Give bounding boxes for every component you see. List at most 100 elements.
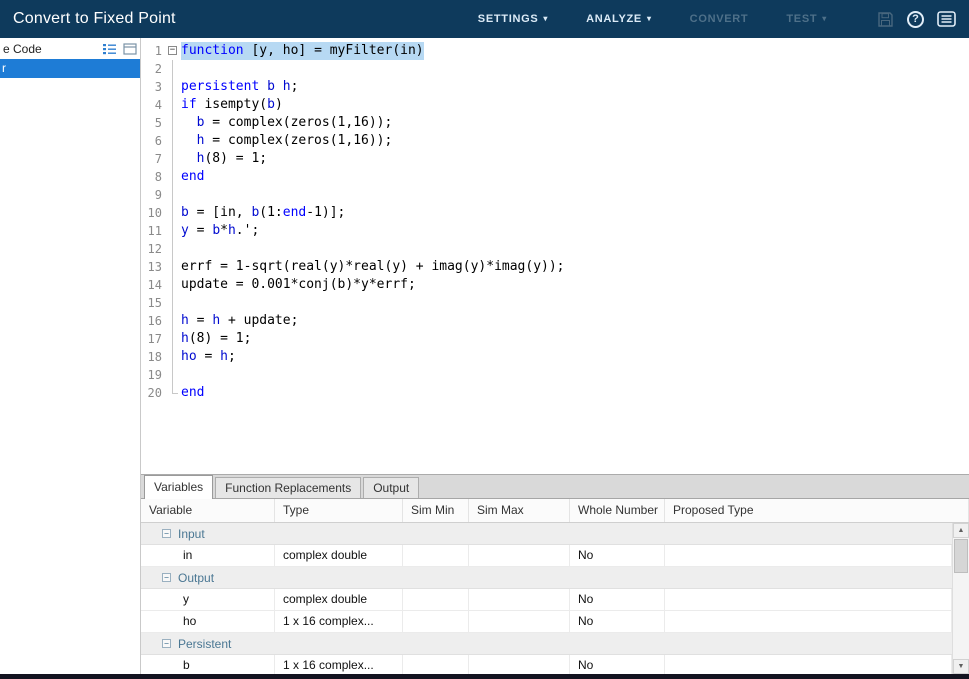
- source-code-tree-item[interactable]: r: [0, 59, 140, 78]
- collapse-group-icon[interactable]: −: [162, 529, 171, 538]
- collapse-group-icon[interactable]: −: [162, 573, 171, 582]
- column-header-sim-min[interactable]: Sim Min: [403, 499, 469, 522]
- variable-row[interactable]: ycomplex doubleNo: [141, 589, 952, 611]
- group-row-persistent[interactable]: −Persistent: [141, 633, 952, 655]
- scroll-up-icon[interactable]: ▲: [953, 523, 969, 538]
- line-number: 1: [141, 42, 165, 60]
- cell-proposed-type[interactable]: [665, 611, 952, 632]
- collapse-group-icon[interactable]: −: [162, 639, 171, 648]
- cell-variable: y: [141, 589, 275, 610]
- tab-function-replacements[interactable]: Function Replacements: [215, 477, 361, 498]
- menu-convert[interactable]: CONVERT: [690, 13, 749, 25]
- cell-proposed-type[interactable]: [665, 589, 952, 610]
- group-row-input[interactable]: −Input: [141, 523, 952, 545]
- variable-row[interactable]: b1 x 16 complex...No: [141, 655, 952, 674]
- code-line[interactable]: 8end: [141, 168, 969, 186]
- code-line[interactable]: 9: [141, 186, 969, 204]
- code-text: persistent b h;: [181, 78, 298, 96]
- fold-guide: [165, 114, 181, 132]
- code-line[interactable]: 13errf = 1-sqrt(real(y)*real(y) + imag(y…: [141, 258, 969, 276]
- fold-guide: [165, 186, 181, 204]
- code-line[interactable]: 18ho = h;: [141, 348, 969, 366]
- fold-guide: [165, 132, 181, 150]
- cell-whole-number: No: [570, 655, 665, 674]
- cell-whole-number: No: [570, 545, 665, 566]
- menu-analyze[interactable]: ANALYZE▾: [586, 13, 652, 25]
- fold-guide: [165, 78, 181, 96]
- save-icon[interactable]: [877, 11, 894, 28]
- fold-guide: [165, 312, 181, 330]
- code-line[interactable]: 15: [141, 294, 969, 312]
- code-line[interactable]: 7 h(8) = 1;: [141, 150, 969, 168]
- column-header-whole-number[interactable]: Whole Number: [570, 499, 665, 522]
- cell-variable: in: [141, 545, 275, 566]
- code-line[interactable]: 5 b = complex(zeros(1,16));: [141, 114, 969, 132]
- code-line[interactable]: 10 b = [in, b(1:end-1)];: [141, 204, 969, 222]
- header-icons: ?: [877, 11, 956, 28]
- line-number: 14: [141, 276, 165, 294]
- column-header-proposed-type[interactable]: Proposed Type: [665, 499, 969, 522]
- cell-sim-max: [469, 589, 570, 610]
- vertical-scrollbar[interactable]: ▲ ▼: [952, 523, 969, 674]
- code-line[interactable]: 6 h = complex(zeros(1,16));: [141, 132, 969, 150]
- code-line[interactable]: 3persistent b h;: [141, 78, 969, 96]
- chevron-down-icon: ▾: [543, 14, 548, 23]
- line-number: 20: [141, 384, 165, 402]
- toolstrip-header: Convert to Fixed Point SETTINGS▾ANALYZE▾…: [0, 0, 969, 38]
- cell-sim-max: [469, 655, 570, 674]
- code-line[interactable]: 12: [141, 240, 969, 258]
- column-header-variable[interactable]: Variable: [141, 499, 275, 522]
- code-line[interactable]: 1−function [y, ho] = myFilter(in): [141, 42, 969, 60]
- cell-sim-max: [469, 545, 570, 566]
- help-icon[interactable]: ?: [907, 11, 924, 28]
- code-text: h = complex(zeros(1,16));: [181, 132, 392, 150]
- code-editor[interactable]: 1−function [y, ho] = myFilter(in)23persi…: [141, 38, 969, 474]
- code-line[interactable]: 19: [141, 366, 969, 384]
- fold-guide: [165, 240, 181, 258]
- line-number: 6: [141, 132, 165, 150]
- cell-sim-min: [403, 611, 469, 632]
- tab-variables[interactable]: Variables: [144, 475, 213, 499]
- source-code-panel-title: e Code: [3, 42, 42, 56]
- layout-menu-icon[interactable]: [937, 11, 956, 27]
- fold-guide: [165, 96, 181, 114]
- fold-toggle-icon[interactable]: −: [165, 42, 181, 60]
- tab-output[interactable]: Output: [363, 477, 419, 498]
- line-number: 8: [141, 168, 165, 186]
- variables-table-header: VariableTypeSim MinSim MaxWhole NumberPr…: [141, 499, 969, 523]
- function-list-icon[interactable]: [103, 43, 117, 55]
- code-line[interactable]: 17h(8) = 1;: [141, 330, 969, 348]
- scrollbar-thumb[interactable]: [954, 539, 968, 573]
- cell-sim-min: [403, 655, 469, 674]
- cell-sim-min: [403, 545, 469, 566]
- line-number: 18: [141, 348, 165, 366]
- code-line[interactable]: 2: [141, 60, 969, 78]
- code-line[interactable]: 16h = h + update;: [141, 312, 969, 330]
- menu-test[interactable]: TEST▾: [786, 13, 827, 25]
- variable-row[interactable]: ho1 x 16 complex...No: [141, 611, 952, 633]
- fold-guide: [165, 150, 181, 168]
- code-line[interactable]: 14update = 0.001*conj(b)*y*errf;: [141, 276, 969, 294]
- group-row-output[interactable]: −Output: [141, 567, 952, 589]
- cell-type: complex double: [275, 589, 403, 610]
- line-number: 15: [141, 294, 165, 312]
- line-number: 10: [141, 204, 165, 222]
- scroll-down-icon[interactable]: ▼: [953, 659, 969, 674]
- source-code-panel-header: e Code: [0, 38, 140, 59]
- collapse-panel-icon[interactable]: [123, 43, 137, 55]
- code-text: b = [in, b(1:end-1)];: [181, 204, 345, 222]
- fold-guide: [165, 294, 181, 312]
- code-line[interactable]: 20end: [141, 384, 969, 402]
- cell-proposed-type[interactable]: [665, 655, 952, 674]
- column-header-type[interactable]: Type: [275, 499, 403, 522]
- main-content: e Code r: [0, 38, 969, 674]
- variable-row[interactable]: incomplex double No: [141, 545, 952, 567]
- code-line[interactable]: 4if isempty(b): [141, 96, 969, 114]
- line-number: 12: [141, 240, 165, 258]
- column-header-sim-max[interactable]: Sim Max: [469, 499, 570, 522]
- cell-proposed-type[interactable]: [665, 545, 952, 566]
- menu-settings[interactable]: SETTINGS▾: [478, 13, 548, 25]
- code-line[interactable]: 11y = b*h.';: [141, 222, 969, 240]
- cell-type: complex double: [275, 545, 403, 566]
- fold-guide: [165, 168, 181, 186]
